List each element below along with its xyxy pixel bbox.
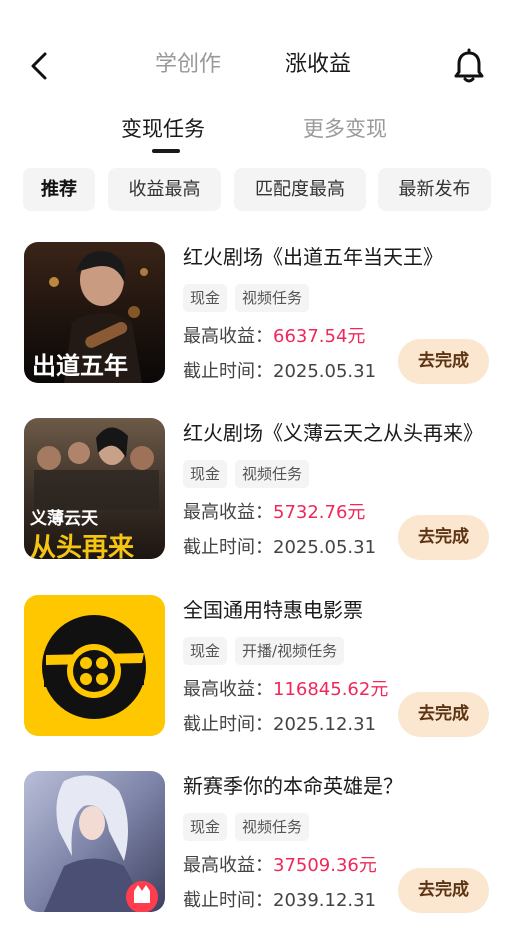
max-income: 最高收益：6637.54元 xyxy=(183,326,366,347)
task-title: 全国通用特惠电影票 xyxy=(183,598,363,622)
task-card[interactable]: 义薄云天 从头再来 红火剧场《义薄云天之从头再来》 现金 视频任务 最高收益：57… xyxy=(0,418,512,594)
tag-type: 视频任务 xyxy=(235,284,310,312)
svg-text:从头再来: 从头再来 xyxy=(30,533,135,559)
filter-latest[interactable]: 最新发布 xyxy=(378,168,491,211)
subtab-more-monetize[interactable]: 更多变现 xyxy=(303,114,387,144)
task-tags: 现金 开播/视频任务 xyxy=(183,637,352,667)
task-card[interactable]: 出道五年 红火剧场《出道五年当天王》 现金 视频任务 最高收益：6637.54元 … xyxy=(0,242,512,418)
task-thumbnail xyxy=(24,595,165,736)
film-reel-icon xyxy=(24,595,165,736)
task-tags: 现金 视频任务 xyxy=(183,284,317,314)
task-card[interactable]: 新赛季你的本命英雄是？ 现金 视频任务 最高收益：37509.36元 截止时间：2… xyxy=(0,771,512,947)
tag-cash: 现金 xyxy=(183,284,228,312)
svg-text:出道五年: 出道五年 xyxy=(32,351,128,380)
active-subtab-indicator xyxy=(152,149,180,153)
deadline: 截止时间：2025.05.31 xyxy=(183,537,377,558)
tag-type: 开播/视频任务 xyxy=(235,637,345,665)
bell-icon[interactable] xyxy=(452,48,486,84)
tab-learn-create[interactable]: 学创作 xyxy=(155,50,221,80)
deadline: 截止时间：2025.05.31 xyxy=(183,361,377,382)
income-value: 116845.62元 xyxy=(273,679,389,700)
tag-cash: 现金 xyxy=(183,637,228,665)
deadline: 截止时间：2039.12.31 xyxy=(183,890,377,911)
complete-button[interactable]: 去完成 xyxy=(398,339,489,384)
deadline: 截止时间：2025.12.31 xyxy=(183,714,377,735)
top-bar: 学创作 涨收益 变现任务 更多变现 xyxy=(0,0,512,153)
filter-bar: 推荐 收益最高 匹配度最高 最新发布 xyxy=(0,168,512,212)
task-title: 红火剧场《出道五年当天王》 xyxy=(183,245,443,269)
task-card[interactable]: 全国通用特惠电影票 现金 开播/视频任务 最高收益：116845.62元 截止时间… xyxy=(0,595,512,771)
income-value: 6637.54元 xyxy=(273,326,366,347)
tag-type: 视频任务 xyxy=(235,460,310,488)
complete-button[interactable]: 去完成 xyxy=(398,868,489,913)
complete-button[interactable]: 去完成 xyxy=(398,692,489,737)
tab-increase-income[interactable]: 涨收益 xyxy=(285,50,351,80)
task-title: 红火剧场《义薄云天之从头再来》 xyxy=(183,421,483,445)
complete-button[interactable]: 去完成 xyxy=(398,515,489,560)
task-title: 新赛季你的本命英雄是？ xyxy=(183,774,403,798)
income-value: 37509.36元 xyxy=(273,855,377,876)
back-arrow-icon[interactable] xyxy=(26,50,54,82)
task-thumbnail xyxy=(24,771,165,912)
filter-recommended[interactable]: 推荐 xyxy=(23,168,95,211)
tag-type: 视频任务 xyxy=(235,813,310,841)
subtab-monetize-tasks[interactable]: 变现任务 xyxy=(121,114,205,144)
max-income: 最高收益：5732.76元 xyxy=(183,502,366,523)
task-tags: 现金 视频任务 xyxy=(183,460,317,490)
max-income: 最高收益：116845.62元 xyxy=(183,679,389,700)
task-tags: 现金 视频任务 xyxy=(183,813,317,843)
filter-highest-income[interactable]: 收益最高 xyxy=(108,168,221,211)
tag-cash: 现金 xyxy=(183,460,228,488)
task-thumbnail: 义薄云天 从头再来 xyxy=(24,418,165,559)
task-thumbnail: 出道五年 xyxy=(24,242,165,383)
svg-text:义薄云天: 义薄云天 xyxy=(30,508,99,529)
tag-cash: 现金 xyxy=(183,813,228,841)
filter-best-match[interactable]: 匹配度最高 xyxy=(234,168,366,211)
max-income: 最高收益：37509.36元 xyxy=(183,855,377,876)
income-value: 5732.76元 xyxy=(273,502,366,523)
